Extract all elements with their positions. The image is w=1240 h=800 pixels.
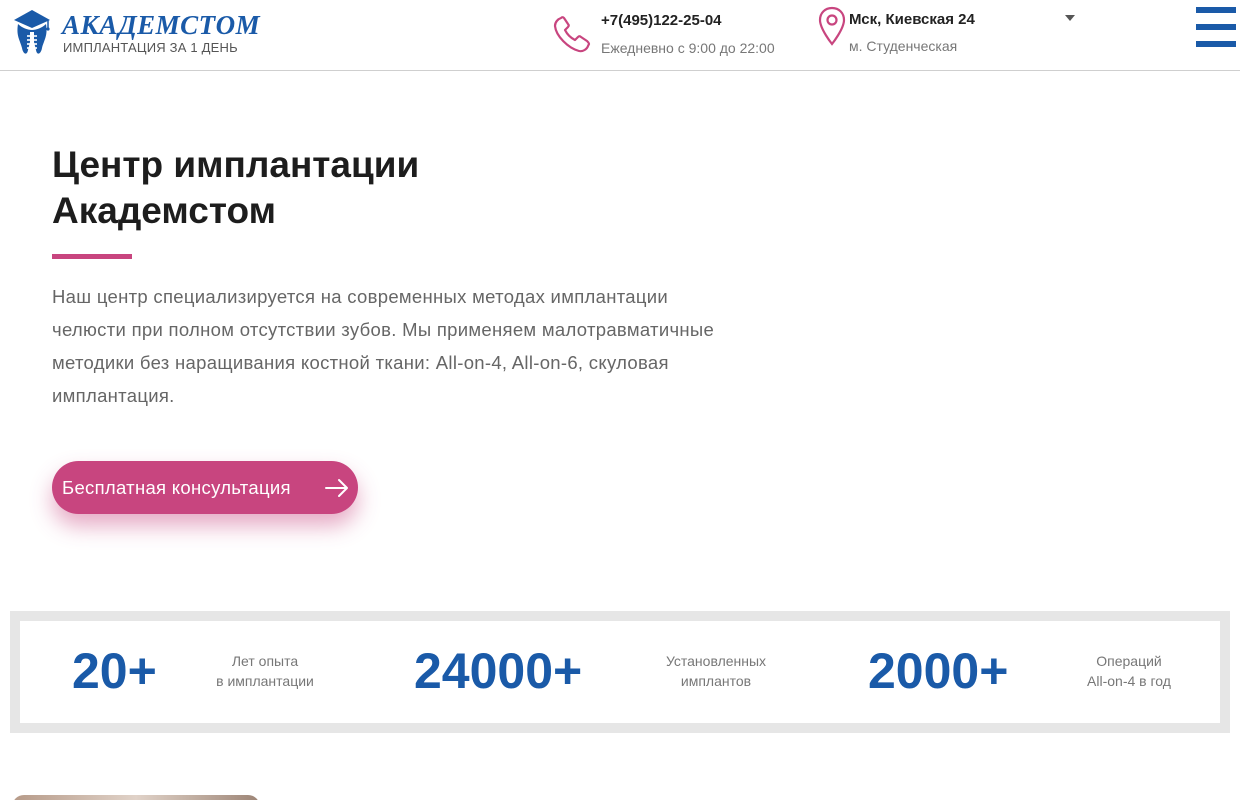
hero-description: Наш центр специализируется на современны…: [52, 286, 715, 406]
stats-panel: 20+ Лет опыта в имплантации 24000+ Устан…: [20, 621, 1220, 723]
tooth-logo-icon: [14, 10, 50, 54]
stat-label-line: All-on-4 в год: [1087, 673, 1171, 689]
logo-name: АКАДЕМСТОМ: [62, 10, 261, 40]
arrow-right-icon: [325, 479, 348, 497]
dropdown-caret-icon[interactable]: [1064, 14, 1076, 22]
hero-title: Центр имплантации Академстом: [52, 142, 672, 234]
stat-value-implants: 24000+: [414, 643, 583, 699]
burger-menu-icon[interactable]: [1196, 7, 1236, 47]
metro-station: м. Студенческая: [849, 38, 958, 54]
burger-line: [1196, 7, 1236, 13]
logo-tagline: ИМПЛАНТАЦИЯ ЗА 1 ДЕНЬ: [63, 40, 238, 55]
free-consultation-button[interactable]: Бесплатная консультация: [52, 461, 358, 514]
stat-label-line: в имплантации: [216, 673, 314, 689]
stat-label-line: имплантов: [680, 673, 752, 689]
logo-link[interactable]: АКАДЕМСТОМ ИМПЛАНТАЦИЯ ЗА 1 ДЕНЬ: [10, 6, 260, 60]
title-accent-divider: [52, 254, 132, 259]
cta-label: Бесплатная консультация: [62, 476, 291, 498]
phone-icon: [553, 16, 591, 53]
phone-number-link[interactable]: +7(495)122-25-04: [601, 12, 722, 29]
hero-title-line1: Центр имплантации: [52, 144, 420, 185]
stat-label-experience: Лет опыта в имплантации: [205, 651, 325, 691]
stat-value-operations: 2000+: [868, 643, 1009, 699]
stats-section: 20+ Лет опыта в имплантации 24000+ Устан…: [10, 611, 1230, 733]
clinic-address: Мск, Киевская 24: [849, 11, 975, 28]
site-header: АКАДЕМСТОМ ИМПЛАНТАЦИЯ ЗА 1 ДЕНЬ +7(495)…: [0, 0, 1240, 71]
doctor-photo: [12, 795, 260, 800]
stat-label-line: Установленных: [665, 653, 767, 669]
stat-value-experience: 20+: [72, 643, 157, 699]
burger-line: [1196, 24, 1236, 30]
burger-line: [1196, 41, 1236, 47]
stat-label-implants: Установленных имплантов: [650, 651, 782, 691]
stat-label-line: Операций: [1096, 653, 1162, 669]
hero-title-line2: Академстом: [52, 190, 276, 231]
stat-label-operations: Операций All-on-4 в год: [1064, 651, 1194, 691]
working-hours: Ежедневно с 9:00 до 22:00: [601, 40, 775, 56]
map-pin-icon: [818, 6, 846, 46]
stat-label-line: Лет опыта: [231, 653, 299, 669]
